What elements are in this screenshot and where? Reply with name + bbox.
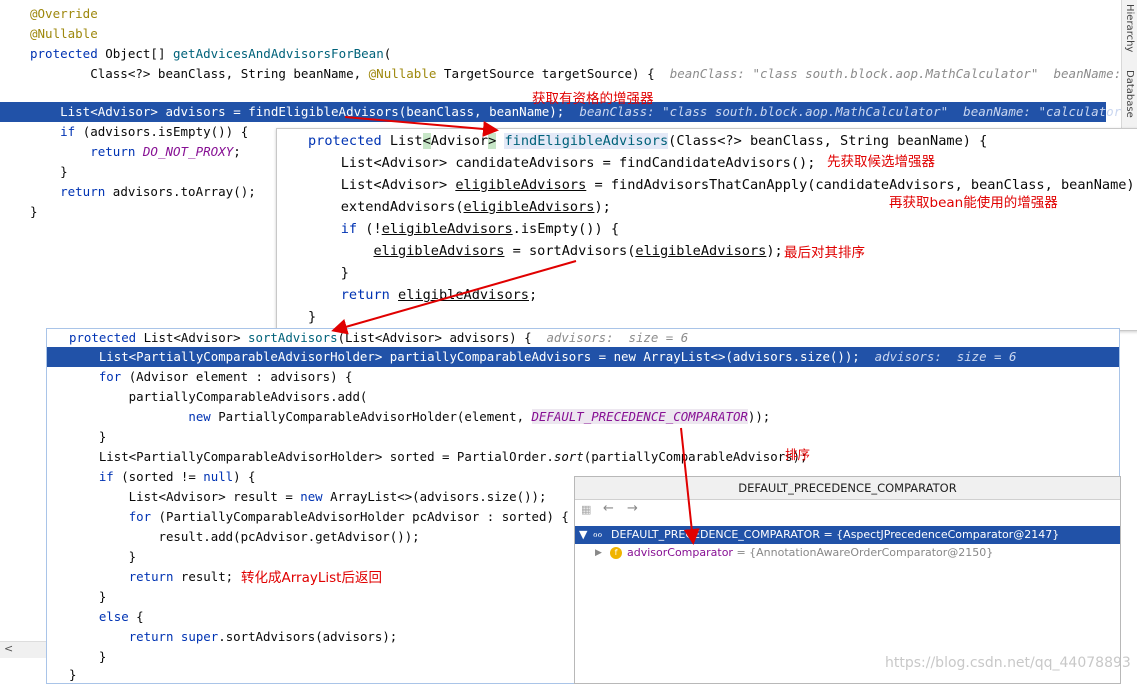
method-signature: protected List<Advisor> findEligibleAdvi… [308, 133, 988, 149]
annotation-get-candidates: 先获取候选增强器 [827, 154, 935, 170]
code-line: Class<?> beanClass, String beanName, @Nu… [30, 66, 1137, 81]
debug-inline-hint: advisors: size = 6 [874, 349, 1017, 364]
tree-row[interactable]: ▶ f advisorComparator = {AnnotationAware… [575, 544, 1120, 562]
field-name: advisorComparator [627, 546, 733, 559]
right-tool-strip: Hierarchy Database [1121, 0, 1137, 140]
forward-arrow-icon[interactable]: → [627, 501, 638, 516]
code-line: @Override [30, 6, 98, 21]
code-line: } [69, 429, 107, 444]
tree-row-selected[interactable]: ▼ ℴℴ DEFAULT_PRECEDENCE_COMPARATOR = {As… [575, 526, 1120, 544]
code-line: for (PartiallyComparableAdvisorHolder pc… [128, 509, 569, 524]
horizontal-scrollbar[interactable]: < [0, 641, 46, 658]
watermark: https://blog.csdn.net/qq_44078893 [885, 655, 1131, 671]
code-line: return advisors.toArray(); [60, 184, 256, 199]
static-field-icon: ℴℴ [593, 529, 603, 540]
debug-variables-popup: DEFAULT_PRECEDENCE_COMPARATOR ▦ ← → ▼ ℴℴ… [574, 476, 1121, 684]
code-line: @Nullable [30, 26, 98, 41]
code-line: if (advisors.isEmpty()) { [60, 124, 249, 139]
code-line: partiallyComparableAdvisors.add( [69, 389, 368, 404]
code-line: return result; [128, 569, 234, 584]
code-line: } [308, 265, 349, 281]
code-line: } [69, 549, 137, 564]
code-line: for (Advisor element : advisors) { [98, 369, 353, 384]
code-line: List<Advisor> candidateAdvisors = findCa… [308, 155, 816, 171]
code-line: } [30, 204, 38, 219]
code-line: } [69, 667, 77, 682]
popup-toolbar: ▦ ← → [575, 500, 1120, 522]
method-signature: protected List<Advisor> sortAdvisors(Lis… [69, 330, 689, 345]
annotation-get-eligible: 获取有资格的增强器 [532, 91, 654, 107]
debug-inline-hint: beanClass: "class south.block.aop.MathCa… [579, 104, 1129, 119]
layout-icon[interactable]: ▦ [581, 503, 593, 516]
code-line: return eligibleAdvisors; [340, 287, 538, 303]
code-line: List<Advisor> result = new ArrayList<>(a… [69, 489, 547, 504]
method-signature: protected Object[] getAdvicesAndAdvisors… [30, 46, 392, 61]
scroll-left-icon[interactable]: < [4, 642, 13, 655]
code-line: return super.sortAdvisors(advisors); [128, 629, 398, 644]
field-icon: f [610, 547, 622, 559]
tab-hierarchy[interactable]: Hierarchy [1124, 4, 1135, 52]
code-line: return DO_NOT_PROXY; [90, 144, 241, 159]
code-line: else { [98, 609, 144, 624]
back-arrow-icon[interactable]: ← [603, 501, 614, 516]
code-line-selected: List<PartiallyComparableAdvisorHolder> p… [69, 349, 1017, 364]
field-value: = {AnnotationAwareOrderComparator@2150} [732, 546, 994, 559]
annotation-sort-last: 最后对其排序 [784, 245, 865, 261]
code-line: result.add(pcAdvisor.getAdvisor()); [69, 529, 420, 544]
code-line: } [69, 589, 107, 604]
debug-inline-hint: beanClass: "class south.block.aop.MathCa… [669, 66, 1137, 81]
variable-entry: DEFAULT_PRECEDENCE_COMPARATOR = {AspectJ… [611, 528, 1060, 541]
popup-header: DEFAULT_PRECEDENCE_COMPARATOR [575, 477, 1120, 500]
editor-panel-find-eligible: protected List<Advisor> findEligibleAdvi… [276, 128, 1137, 331]
code-line: if (sorted != null) { [98, 469, 256, 484]
popup-title: DEFAULT_PRECEDENCE_COMPARATOR [738, 481, 957, 495]
code-line: } [69, 649, 107, 664]
annotation-get-usable: 再获取bean能使用的增强器 [889, 195, 1058, 211]
code-line: eligibleAdvisors = sortAdvisors(eligible… [373, 243, 783, 259]
expand-right-icon[interactable]: ▶ [595, 544, 602, 562]
code-line: new PartiallyComparableAdvisorHolder(ele… [188, 409, 771, 424]
tab-database[interactable]: Database [1124, 70, 1135, 118]
current-line-highlight: List<PartiallyComparableAdvisorHolder> p… [47, 347, 1119, 367]
annotation-sort: 排序 [785, 447, 811, 462]
debug-inline-hint: advisors: size = 6 [546, 330, 689, 345]
code-line: if (!eligibleAdvisors.isEmpty()) { [340, 221, 620, 237]
expand-down-icon[interactable]: ▼ [579, 526, 587, 544]
code-line: extendAdvisors(eligibleAdvisors); [308, 199, 611, 215]
code-line: } [30, 164, 68, 179]
code-line: List<PartiallyComparableAdvisorHolder> s… [69, 449, 808, 464]
code-line: } [308, 309, 317, 325]
annotation-to-arraylist: 转化成ArrayList后返回 [241, 570, 382, 586]
